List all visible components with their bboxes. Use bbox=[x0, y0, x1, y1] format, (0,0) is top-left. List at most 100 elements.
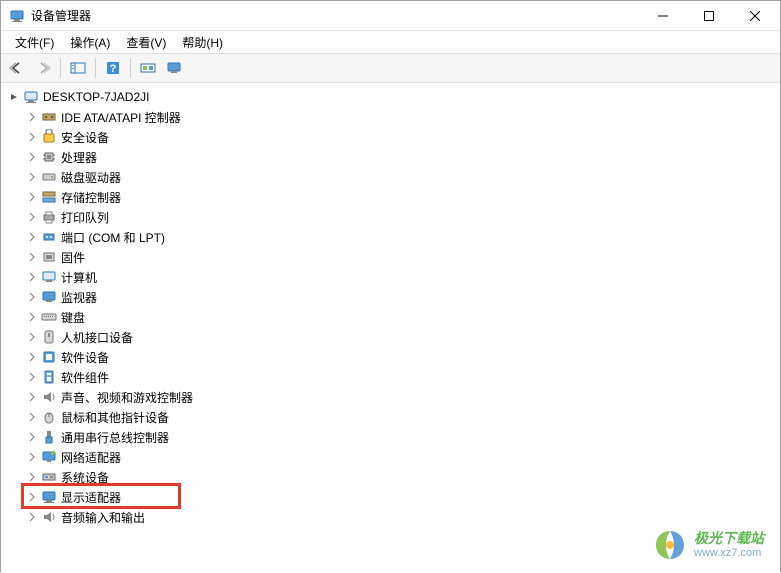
expand-arrow-icon[interactable] bbox=[25, 150, 39, 164]
help-button[interactable]: ? bbox=[101, 56, 125, 80]
watermark-logo-icon bbox=[652, 527, 688, 563]
expand-arrow-icon[interactable] bbox=[25, 110, 39, 124]
tree-item[interactable]: 固件 bbox=[1, 247, 780, 267]
back-button[interactable] bbox=[5, 56, 29, 80]
expand-arrow-icon[interactable] bbox=[25, 430, 39, 444]
expand-arrow-icon[interactable] bbox=[25, 450, 39, 464]
minimize-button[interactable] bbox=[640, 1, 686, 31]
expand-arrow-icon[interactable] bbox=[25, 290, 39, 304]
menu-view[interactable]: 查看(V) bbox=[118, 32, 174, 53]
tree-item[interactable]: 安全设备 bbox=[1, 127, 780, 147]
tree-item[interactable]: 软件组件 bbox=[1, 367, 780, 387]
expand-arrow-icon[interactable] bbox=[25, 170, 39, 184]
mouse-icon bbox=[41, 409, 57, 425]
expand-arrow-icon[interactable] bbox=[25, 270, 39, 284]
tree-item[interactable]: IDE ATA/ATAPI 控制器 bbox=[1, 107, 780, 127]
tree-item-label: 软件组件 bbox=[61, 369, 109, 386]
expand-arrow-icon[interactable] bbox=[25, 350, 39, 364]
tree-item-label: 人机接口设备 bbox=[61, 329, 133, 346]
expand-arrow-icon[interactable] bbox=[25, 490, 39, 504]
watermark: 极光下载站 www.xz7.com bbox=[652, 527, 764, 563]
computer-icon bbox=[23, 89, 39, 105]
firmware-icon bbox=[41, 249, 57, 265]
expand-arrow-icon[interactable] bbox=[25, 190, 39, 204]
expand-arrow-icon[interactable] bbox=[25, 370, 39, 384]
tree-item-label: 声音、视频和游戏控制器 bbox=[61, 389, 193, 406]
tree-root[interactable]: DESKTOP-7JAD2JI bbox=[1, 87, 780, 107]
tree-item[interactable]: 打印队列 bbox=[1, 207, 780, 227]
expand-arrow-icon[interactable] bbox=[25, 330, 39, 344]
software-icon bbox=[41, 349, 57, 365]
tree-item-label: 固件 bbox=[61, 249, 85, 266]
tree-item[interactable]: 计算机 bbox=[1, 267, 780, 287]
menu-help[interactable]: 帮助(H) bbox=[174, 32, 231, 53]
show-hide-button[interactable] bbox=[66, 56, 90, 80]
tree-item-label: 计算机 bbox=[61, 269, 97, 286]
watermark-url: www.xz7.com bbox=[694, 547, 764, 560]
menu-file[interactable]: 文件(F) bbox=[7, 32, 62, 53]
tree-item[interactable]: 网络适配器 bbox=[1, 447, 780, 467]
menubar: 文件(F) 操作(A) 查看(V) 帮助(H) bbox=[1, 31, 780, 53]
toolbar-separator bbox=[130, 58, 131, 78]
toolbar: ? bbox=[1, 53, 780, 83]
forward-button[interactable] bbox=[31, 56, 55, 80]
tree-item-label: 存储控制器 bbox=[61, 189, 121, 206]
tree-item[interactable]: 存储控制器 bbox=[1, 187, 780, 207]
system-icon bbox=[41, 469, 57, 485]
tree-item-label: 显示适配器 bbox=[61, 489, 121, 506]
expand-arrow-icon[interactable] bbox=[25, 310, 39, 324]
watermark-name: 极光下载站 bbox=[694, 530, 764, 547]
component-icon bbox=[41, 369, 57, 385]
expand-arrow-icon[interactable] bbox=[25, 390, 39, 404]
hid-icon bbox=[41, 329, 57, 345]
audioio-icon bbox=[41, 509, 57, 525]
tree-item[interactable]: 键盘 bbox=[1, 307, 780, 327]
tree-item[interactable]: 人机接口设备 bbox=[1, 327, 780, 347]
tree-item-label: 磁盘驱动器 bbox=[61, 169, 121, 186]
expand-arrow-icon[interactable] bbox=[7, 90, 21, 104]
menu-action[interactable]: 操作(A) bbox=[62, 32, 118, 53]
ide-icon bbox=[41, 109, 57, 125]
computer-icon bbox=[41, 269, 57, 285]
scan-button[interactable] bbox=[136, 56, 160, 80]
maximize-button[interactable] bbox=[686, 1, 732, 31]
tree-item[interactable]: 系统设备 bbox=[1, 467, 780, 487]
close-button[interactable] bbox=[732, 1, 778, 31]
tree-item[interactable]: 软件设备 bbox=[1, 347, 780, 367]
window-controls bbox=[640, 1, 778, 31]
tree-item[interactable]: 磁盘驱动器 bbox=[1, 167, 780, 187]
toolbar-separator bbox=[60, 58, 61, 78]
tree-item[interactable]: 监视器 bbox=[1, 287, 780, 307]
expand-arrow-icon[interactable] bbox=[25, 410, 39, 424]
tree-item[interactable]: 音频输入和输出 bbox=[1, 507, 780, 527]
tree-item[interactable]: 显示适配器 bbox=[1, 487, 780, 507]
audio-icon bbox=[41, 389, 57, 405]
tree-root-label: DESKTOP-7JAD2JI bbox=[43, 90, 149, 104]
tree-item-label: 系统设备 bbox=[61, 469, 109, 486]
tree-item-label: 处理器 bbox=[61, 149, 97, 166]
expand-arrow-icon[interactable] bbox=[25, 230, 39, 244]
monitor-icon bbox=[41, 289, 57, 305]
tree-item[interactable]: 通用串行总线控制器 bbox=[1, 427, 780, 447]
tree-item-label: 鼠标和其他指针设备 bbox=[61, 409, 169, 426]
tree-item[interactable]: 端口 (COM 和 LPT) bbox=[1, 227, 780, 247]
tree-item-label: 通用串行总线控制器 bbox=[61, 429, 169, 446]
device-tree: DESKTOP-7JAD2JI IDE ATA/ATAPI 控制器 安全设备 处… bbox=[1, 83, 780, 573]
printer-icon bbox=[41, 209, 57, 225]
disk-icon bbox=[41, 169, 57, 185]
expand-arrow-icon[interactable] bbox=[25, 470, 39, 484]
expand-arrow-icon[interactable] bbox=[25, 250, 39, 264]
expand-arrow-icon[interactable] bbox=[25, 130, 39, 144]
expand-arrow-icon[interactable] bbox=[25, 510, 39, 524]
tree-item-label: 端口 (COM 和 LPT) bbox=[61, 229, 165, 246]
monitor-button[interactable] bbox=[162, 56, 186, 80]
keyboard-icon bbox=[41, 309, 57, 325]
storage-icon bbox=[41, 189, 57, 205]
tree-item[interactable]: 声音、视频和游戏控制器 bbox=[1, 387, 780, 407]
port-icon bbox=[41, 229, 57, 245]
app-icon bbox=[9, 8, 25, 24]
tree-item[interactable]: 处理器 bbox=[1, 147, 780, 167]
expand-arrow-icon[interactable] bbox=[25, 210, 39, 224]
svg-text:?: ? bbox=[110, 63, 117, 75]
tree-item[interactable]: 鼠标和其他指针设备 bbox=[1, 407, 780, 427]
